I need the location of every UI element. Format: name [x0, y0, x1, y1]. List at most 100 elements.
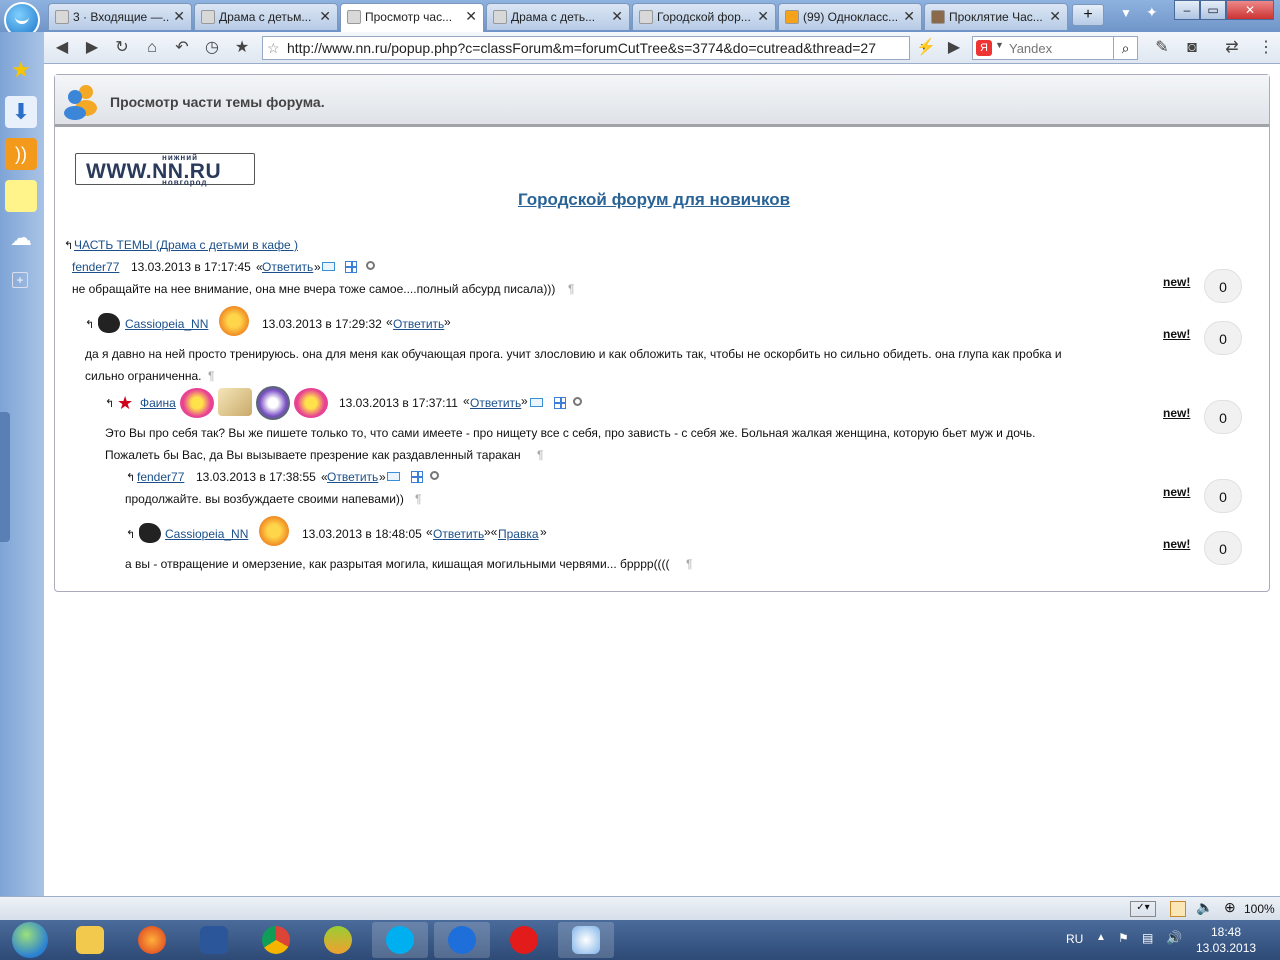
tray-expand-icon[interactable]: ▲ — [1096, 932, 1106, 943]
reply-link[interactable]: Ответить — [327, 470, 378, 484]
downloads-panel-icon[interactable] — [1170, 901, 1186, 917]
network-icon[interactable]: ▤ — [1142, 931, 1153, 945]
search-icon[interactable] — [366, 261, 375, 270]
forum-title-link[interactable]: Городской форум для новичков — [518, 190, 790, 210]
tab-forum-view[interactable]: Просмотр час... ✕ — [340, 3, 484, 32]
tab-odnoklassniki[interactable]: (99) Однокласс... ✕ — [778, 3, 922, 30]
tab-drama-2[interactable]: Драма с деть... ✕ — [486, 3, 630, 30]
quote-mark: « — [386, 315, 393, 329]
system-clock[interactable]: 18:48 13.03.2013 — [1196, 924, 1256, 956]
zoom-icon[interactable]: ⊕ — [1224, 899, 1236, 916]
yandex-icon[interactable]: Я — [976, 40, 992, 56]
tools-icon[interactable]: ✎ — [1152, 38, 1172, 58]
go-icon[interactable]: ▶ — [944, 38, 964, 58]
explorer-taskbar-button[interactable] — [62, 922, 118, 958]
mail-icon[interactable] — [530, 398, 543, 407]
volume-icon[interactable]: 🔊 — [1166, 930, 1182, 946]
tab-city-forum[interactable]: Городской фор... ✕ — [632, 3, 776, 30]
post-date: 13.03.2013 в 17:37:11 — [339, 396, 458, 410]
mail-icon[interactable] — [387, 472, 400, 481]
search-engine-dropdown-icon[interactable]: ▼ — [995, 40, 1004, 50]
paint-taskbar-button[interactable] — [558, 922, 614, 958]
rss-icon[interactable]: )) — [5, 138, 37, 170]
reply-link[interactable]: Ответить — [262, 260, 313, 274]
app-taskbar-button[interactable] — [310, 922, 366, 958]
reload-icon[interactable]: ↻ — [112, 38, 132, 58]
tab-curse[interactable]: Проклятие Час... ✕ — [924, 3, 1068, 30]
address-bar[interactable]: ☆ http://www.nn.ru/popup.php?c=classForu… — [262, 36, 910, 60]
mail-icon[interactable] — [322, 262, 335, 271]
notes-icon[interactable] — [5, 180, 37, 212]
firefox-taskbar-button[interactable] — [124, 922, 180, 958]
back-icon[interactable]: ◀ — [52, 38, 72, 58]
bookmark-star-icon[interactable]: ★ — [232, 38, 252, 58]
downloads-icon[interactable]: ⬇ — [5, 96, 37, 128]
flag-icon[interactable]: ⚑ — [1118, 931, 1129, 945]
post-author-link[interactable]: fender77 — [137, 470, 184, 484]
status-bar: ✓▾ 🔈 ⊕ 100% — [0, 896, 1280, 920]
search-icon[interactable] — [573, 397, 582, 406]
start-button[interactable] — [2, 920, 58, 960]
post-author-link[interactable]: fender77 — [72, 260, 119, 274]
close-icon[interactable]: ✕ — [611, 8, 623, 25]
close-icon[interactable]: ✕ — [1049, 8, 1061, 25]
chrome-taskbar-button[interactable] — [248, 922, 304, 958]
screenshot-icon[interactable]: ◙ — [1182, 38, 1202, 58]
close-window-button[interactable]: ✕ — [1226, 0, 1274, 20]
gift-icon[interactable] — [345, 261, 357, 273]
close-icon[interactable]: ✕ — [465, 8, 477, 25]
menu-icon[interactable]: ⋮ — [1256, 38, 1276, 58]
post-author-link[interactable]: Cassiopeia_NN — [125, 317, 208, 331]
new-badge[interactable]: new! — [1163, 485, 1190, 499]
minimize-button[interactable]: – — [1174, 0, 1200, 20]
search-input[interactable] — [1007, 37, 1113, 59]
search-icon[interactable] — [430, 471, 439, 480]
close-icon[interactable]: ✕ — [757, 8, 769, 25]
add-panel-icon[interactable]: + — [12, 272, 28, 288]
gift-icon[interactable] — [554, 397, 566, 409]
page-check-icon[interactable]: ✓▾ — [1130, 901, 1156, 917]
maximize-button[interactable]: ▭ — [1200, 0, 1226, 20]
tab-drama[interactable]: Драма с детьм... ✕ — [194, 3, 338, 30]
forward-icon[interactable]: ▶ — [82, 38, 102, 58]
bookmarks-star-icon[interactable]: ★ — [5, 54, 37, 86]
favorite-star-icon[interactable]: ☆ — [267, 37, 280, 59]
home-icon[interactable]: ⌂ — [142, 38, 162, 58]
new-badge[interactable]: new! — [1163, 275, 1190, 289]
search-icon[interactable]: ⌕ — [1113, 37, 1137, 59]
new-badge[interactable]: new! — [1163, 327, 1190, 341]
sidebar-toggle-handle[interactable] — [0, 412, 10, 542]
thread-part-link[interactable]: ЧАСТЬ ТЕМЫ (Драма с детьми в кафе ) — [74, 238, 298, 252]
sidebar: ★ ⬇ )) ☁ + ⇥ — [0, 32, 44, 960]
close-icon[interactable]: ✕ — [173, 8, 185, 25]
language-indicator[interactable]: RU — [1066, 932, 1083, 946]
zoom-level[interactable]: 100% — [1244, 902, 1275, 916]
edit-link[interactable]: Правка — [498, 527, 539, 541]
post-author-link[interactable]: Фаина — [140, 396, 176, 410]
close-icon[interactable]: ✕ — [319, 8, 331, 25]
new-badge[interactable]: new! — [1163, 537, 1190, 551]
lightning-icon[interactable]: ⚡ — [916, 38, 936, 58]
maxthon-taskbar-button[interactable] — [434, 922, 490, 958]
word-taskbar-button[interactable] — [186, 922, 242, 958]
cloud-icon[interactable]: ☁ — [5, 222, 37, 254]
skype-taskbar-button[interactable] — [372, 922, 428, 958]
new-tab-button[interactable]: + — [1072, 4, 1104, 26]
reply-link[interactable]: Ответить — [470, 396, 521, 410]
reply-link[interactable]: Ответить — [393, 317, 444, 331]
sound-icon[interactable]: 🔈 — [1196, 899, 1213, 916]
post-author-link[interactable]: Cassiopeia_NN — [165, 527, 248, 541]
nnru-logo[interactable]: нижний WWW.NN.RU новгород — [75, 153, 255, 187]
translate-icon[interactable]: ⇄ — [1222, 38, 1242, 58]
tab-inbox[interactable]: 3 · Входящие —... ✕ — [48, 3, 192, 30]
history-icon[interactable]: ◷ — [202, 38, 222, 58]
undo-close-icon[interactable]: ↶ — [172, 38, 192, 58]
reply-link[interactable]: Ответить — [433, 527, 484, 541]
pin-icon[interactable]: ✦ — [1146, 4, 1158, 21]
arrow-up-icon: ↰ — [126, 472, 136, 484]
yandex-taskbar-button[interactable] — [496, 922, 552, 958]
gift-icon[interactable] — [411, 471, 423, 483]
new-badge[interactable]: new! — [1163, 406, 1190, 420]
close-icon[interactable]: ✕ — [903, 8, 915, 25]
tab-list-icon[interactable]: ▼ — [1120, 6, 1132, 20]
